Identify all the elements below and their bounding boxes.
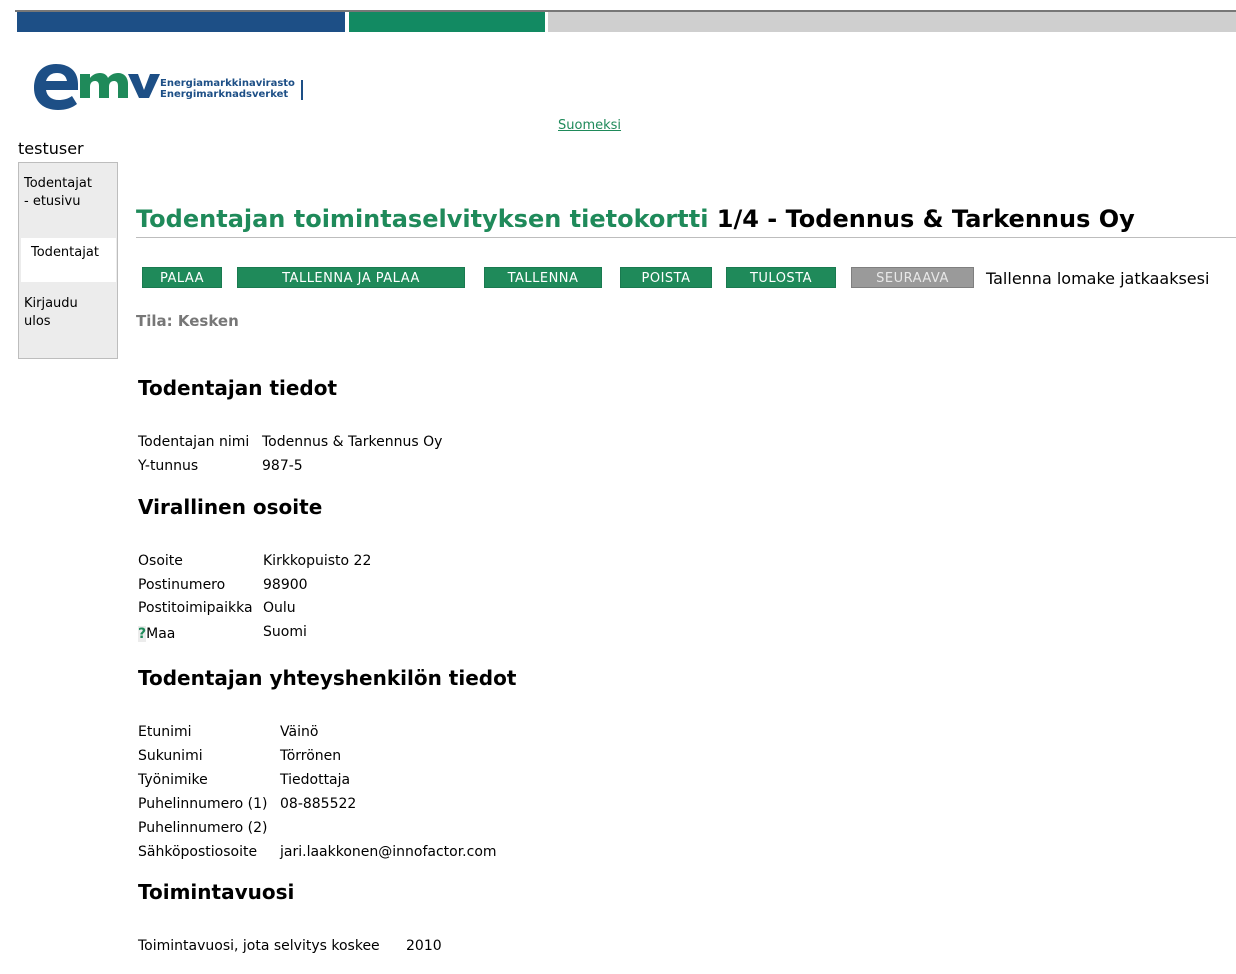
nav-label: Todentajat xyxy=(24,176,92,191)
email-value: jari.laakkonen@innofactor.com xyxy=(280,844,497,860)
city-label: Postitoimipaikka xyxy=(138,600,253,616)
language-link[interactable]: Suomeksi xyxy=(558,118,621,133)
page-title-main: Todentajan toimintaselvityksen tietokort… xyxy=(136,205,709,233)
phone1-value: 08-885522 xyxy=(280,796,357,812)
header-bar-blue xyxy=(17,12,345,32)
verifier-name-label: Todentajan nimi xyxy=(138,434,250,450)
verifier-name-value: Todennus & Tarkennus Oy xyxy=(262,434,443,450)
postal-code-label: Postinumero xyxy=(138,577,226,593)
status-text: Tila: Kesken xyxy=(136,312,239,330)
logo-text: Energiamarkkinavirasto Energimarknadsver… xyxy=(160,78,295,100)
nav-item-logout[interactable]: Kirjaudu ulos xyxy=(24,294,78,332)
postal-code-value: 98900 xyxy=(263,577,308,593)
logo-separator xyxy=(301,80,303,100)
nav-label: Todentajat xyxy=(31,245,99,260)
next-button[interactable]: SEURAAVA xyxy=(851,267,974,288)
year-label: Toimintavuosi, jota selvitys koskee xyxy=(138,938,380,954)
city-value: Oulu xyxy=(263,600,296,616)
page-title-step: 1/4 - Todennus & Tarkennus Oy xyxy=(716,205,1135,233)
first-name-value: Väinö xyxy=(280,724,319,740)
section-heading-address: Virallinen osoite xyxy=(138,495,323,519)
save-and-back-button[interactable]: TALLENNA JA PALAA xyxy=(237,267,465,288)
business-id-value: 987-5 xyxy=(262,458,303,474)
country-label: Maa xyxy=(146,626,176,642)
page-title: Todentajan toimintaselvityksen tietokort… xyxy=(136,205,1135,233)
side-nav: Todentajat - etusivu Todentajat Kirjaudu… xyxy=(18,162,118,359)
nav-label: ulos xyxy=(24,314,51,329)
section-heading-year: Toimintavuosi xyxy=(138,880,295,904)
nav-item-frontpage[interactable]: Todentajat - etusivu xyxy=(24,174,92,212)
business-id-label: Y-tunnus xyxy=(138,458,199,474)
job-title-label: Työnimike xyxy=(138,772,208,788)
nav-label: Kirjaudu xyxy=(24,296,78,311)
last-name-label: Sukunimi xyxy=(138,748,203,764)
header-bar-gray xyxy=(548,12,1236,32)
job-title-value: Tiedottaja xyxy=(280,772,351,788)
header-bar-green xyxy=(349,12,545,32)
year-value: 2010 xyxy=(406,938,442,954)
agency-name-sv: Energimarknadsverket xyxy=(160,89,289,100)
back-button[interactable]: PALAA xyxy=(142,267,222,288)
email-label: Sähköpostiosoite xyxy=(138,844,258,860)
section-heading-verifier: Todentajan tiedot xyxy=(138,376,338,400)
phone1-label: Puhelinnumero (1) xyxy=(138,796,268,812)
phone2-label: Puhelinnumero (2) xyxy=(138,820,268,836)
nav-label: - etusivu xyxy=(24,194,81,209)
help-icon[interactable]: ? xyxy=(138,626,147,642)
delete-button[interactable]: POISTA xyxy=(620,267,712,288)
section-heading-contact: Todentajan yhteyshenkilön tiedot xyxy=(138,666,517,690)
nav-item-verifiers[interactable]: Todentajat xyxy=(31,243,99,263)
country-value: Suomi xyxy=(263,624,307,640)
username: testuser xyxy=(18,139,84,158)
save-hint: Tallenna lomake jatkaaksesi xyxy=(986,269,1210,288)
agency-name-fi: Energiamarkkinavirasto xyxy=(160,78,295,89)
street-value: Kirkkopuisto 22 xyxy=(263,553,372,569)
street-label: Osoite xyxy=(138,553,183,569)
save-button[interactable]: TALLENNA xyxy=(484,267,602,288)
first-name-label: Etunimi xyxy=(138,724,192,740)
last-name-value: Törrönen xyxy=(280,748,342,764)
print-button[interactable]: TULOSTA xyxy=(726,267,836,288)
title-divider xyxy=(136,237,1236,238)
country-label-row: ?Maa xyxy=(138,626,175,642)
